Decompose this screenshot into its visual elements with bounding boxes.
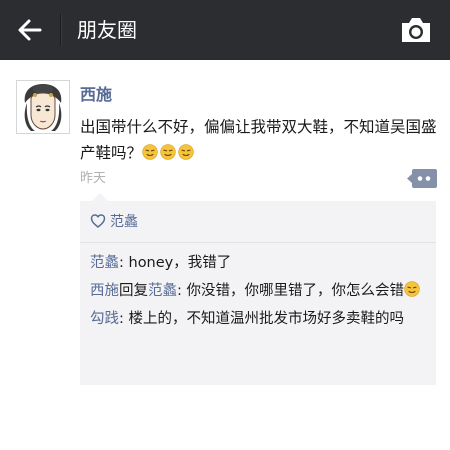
comment-separator: : [119,311,129,327]
reply-target[interactable]: 范蠡 [148,283,177,299]
comment-author[interactable]: 西施 [90,283,119,299]
heart-outline-icon [90,214,106,228]
comment-separator: : [177,283,187,299]
avatar[interactable] [16,80,70,134]
likes-row: 范蠡 [90,209,138,233]
reply-word: 回复 [119,283,148,299]
header-divider [60,14,61,46]
like-user-name[interactable]: 范蠡 [110,211,138,231]
arrow-left-icon[interactable] [14,15,46,45]
post-content: 出国带什么不好，偏偏让我带双大鞋，不知道吴国盛产鞋吗？ [80,114,440,166]
panel-divider [80,242,436,243]
sly-face-emoji-icon [178,144,194,160]
comment-item[interactable]: 西施回复范蠡: 你没错，你哪里错了，你怎么会错 [90,279,430,303]
camera-icon[interactable] [399,15,433,45]
sly-face-emoji-icon [404,281,420,297]
sly-face-emoji-icon [160,144,176,160]
sly-face-emoji-icon [142,144,158,160]
panel-pointer [92,193,108,201]
interaction-panel: 范蠡 范蠡: honey，我错了 西施回复范蠡: 你没错，你哪里错了，你怎么会错… [80,201,436,385]
comment-item[interactable]: 勾践: 楼上的，不知道温州批发市场好多卖鞋的吗 [90,307,430,331]
post-timestamp: 昨天 [80,171,107,186]
avatar-illustration [17,81,69,133]
comment-text: honey，我错了 [128,255,232,271]
page-title: 朋友圈 [77,18,137,42]
post-text: 出国带什么不好，偏偏让我带双大鞋，不知道吴国盛产鞋吗？ [80,118,437,162]
top-bar: 朋友圈 [0,0,450,60]
comment-text: 楼上的，不知道温州批发市场好多卖鞋的吗 [128,311,405,327]
comments-list: 范蠡: honey，我错了 西施回复范蠡: 你没错，你哪里错了，你怎么会错 勾践… [90,251,430,335]
comment-separator: : [119,255,129,271]
comment-item[interactable]: 范蠡: honey，我错了 [90,251,430,275]
comment-text: 你没错，你哪里错了，你怎么会错 [186,283,405,299]
comment-author[interactable]: 勾践 [90,311,119,327]
comment-more-icon[interactable] [407,168,437,189]
post-author-name[interactable]: 西施 [80,84,112,106]
comment-author[interactable]: 范蠡 [90,255,119,271]
